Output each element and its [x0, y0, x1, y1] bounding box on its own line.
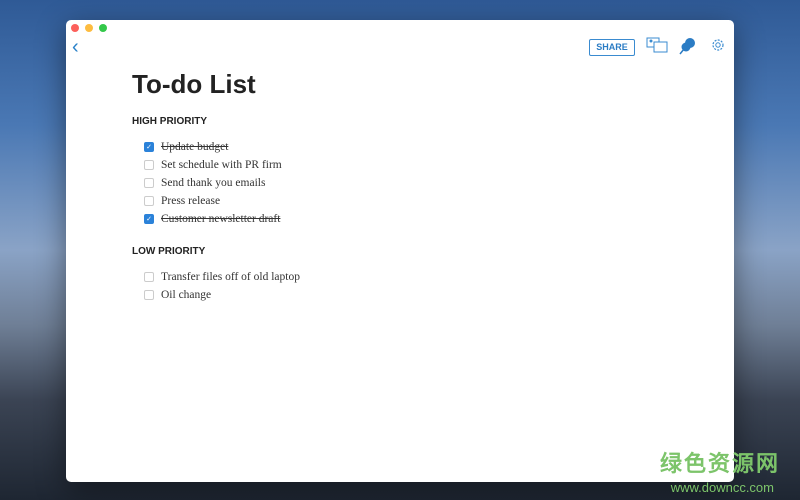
- todo-checkbox[interactable]: [144, 160, 154, 170]
- watermark-url: www.downcc.com: [670, 480, 774, 495]
- zoom-window-button[interactable]: [99, 24, 107, 32]
- todo-item: Transfer files off of old laptop: [144, 269, 300, 285]
- todo-text[interactable]: Transfer files off of old laptop: [161, 271, 300, 283]
- todo-item: ✓ Customer newsletter draft: [144, 211, 280, 227]
- page-title: To-do List: [132, 69, 256, 99]
- todo-checkbox[interactable]: ✓: [144, 214, 154, 224]
- todo-checkbox[interactable]: [144, 272, 154, 282]
- todo-text[interactable]: Update budget: [161, 141, 228, 153]
- todo-text[interactable]: Press release: [161, 195, 220, 207]
- todo-text[interactable]: Set schedule with PR firm: [161, 159, 282, 171]
- gear-icon[interactable]: [710, 37, 726, 53]
- app-window: ‹ SHARE To-do List HIGH PRIORITY ✓ Update…: [66, 20, 734, 482]
- todo-checkbox[interactable]: ✓: [144, 142, 154, 152]
- todo-item: Oil change: [144, 287, 211, 303]
- todo-text[interactable]: Send thank you emails: [161, 177, 265, 189]
- share-button[interactable]: SHARE: [589, 39, 635, 56]
- todo-checkbox[interactable]: [144, 290, 154, 300]
- back-chevron-icon[interactable]: ‹: [72, 36, 79, 59]
- todo-checkbox[interactable]: [144, 178, 154, 188]
- minimize-window-button[interactable]: [85, 24, 93, 32]
- todo-item: ✓ Update budget: [144, 139, 228, 155]
- section-heading: LOW PRIORITY: [132, 246, 206, 257]
- pin-icon[interactable]: [679, 37, 697, 55]
- todo-text[interactable]: Customer newsletter draft: [161, 213, 280, 225]
- close-window-button[interactable]: [71, 24, 79, 32]
- todo-item: Send thank you emails: [144, 175, 265, 191]
- todo-item: Set schedule with PR firm: [144, 157, 282, 173]
- todo-checkbox[interactable]: [144, 196, 154, 206]
- section-heading: HIGH PRIORITY: [132, 116, 208, 127]
- layout-icon[interactable]: [646, 37, 668, 53]
- todo-item: Press release: [144, 193, 220, 209]
- watermark: 绿色资源网: [659, 451, 780, 476]
- todo-text[interactable]: Oil change: [161, 289, 211, 301]
